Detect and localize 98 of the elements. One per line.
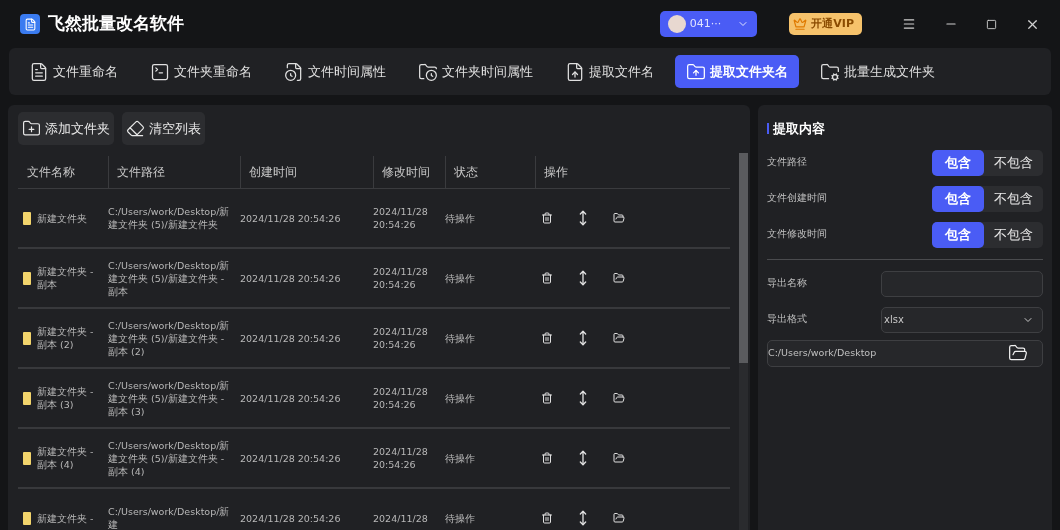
folder-icon bbox=[23, 391, 31, 405]
file-path-cell-text: C:/Users/work/Desktop/新建文件夹 (5)/新建文件夹 - 副本 (2) bbox=[108, 318, 231, 358]
status-cell-text: 待操作 bbox=[445, 451, 476, 465]
file-name-cell-text: 新建文件夹 bbox=[37, 211, 88, 225]
document-clock-icon bbox=[284, 61, 304, 82]
trash-icon[interactable] bbox=[541, 392, 553, 404]
vip-button[interactable]: 开通VIP bbox=[789, 13, 862, 35]
tab[interactable]: 文件重命名 bbox=[18, 55, 129, 88]
document-arrow-icon bbox=[565, 61, 585, 82]
trash-icon[interactable] bbox=[541, 212, 553, 224]
created-time-cell-text: 2024/11/28 20:54:26 bbox=[240, 211, 342, 225]
segment-option[interactable]: 包含 bbox=[932, 149, 984, 176]
tab[interactable]: 文件夹重命名 bbox=[139, 55, 263, 88]
toolbar-button[interactable]: 清空列表 bbox=[122, 112, 205, 145]
export-name-field[interactable] bbox=[881, 270, 1043, 297]
column-header: 状态 bbox=[454, 164, 478, 181]
option-label: 文件创建时间 bbox=[767, 191, 827, 206]
file-path-cell-text: C:/Users/work/Desktop/新建文件夹 (5)/新建文件夹 - 副本 (4) bbox=[108, 438, 231, 478]
scrollbar-thumb[interactable] bbox=[739, 153, 748, 363]
toolbar-button[interactable]: 添加文件夹 bbox=[18, 112, 114, 145]
folder-open-icon[interactable] bbox=[613, 392, 625, 404]
segment-option[interactable]: 不包含 bbox=[984, 149, 1043, 176]
file-name-cell-text: 新建文件夹 - 副本 (2) bbox=[37, 325, 95, 351]
modified-time-cell-text: 2024/11/28 20:54:26 bbox=[373, 325, 429, 351]
folder-icon bbox=[23, 451, 31, 465]
file-path-cell-text: C:/Users/work/Desktop/新建文件夹 (5)/新建文件夹 - 副本 (3) bbox=[108, 378, 231, 418]
tab[interactable]: 文件夹时间属性 bbox=[407, 55, 544, 88]
terminal-icon bbox=[150, 61, 170, 82]
option-label: 文件路径 bbox=[767, 155, 807, 170]
folder-icon bbox=[23, 331, 31, 345]
folder-icon bbox=[23, 271, 31, 285]
file-name-cell-text: 新建文件夹 - 副本 (3) bbox=[37, 385, 95, 411]
folder-open-icon[interactable] bbox=[613, 272, 625, 284]
modified-time-cell-text: 2024/11/28 20:54:26 bbox=[373, 385, 429, 411]
folder-open-icon[interactable] bbox=[613, 452, 625, 464]
tab[interactable]: 提取文件夹名 bbox=[675, 55, 799, 88]
created-time-cell-text: 2024/11/28 20:54:26 bbox=[240, 391, 342, 405]
created-time-cell-text: 2024/11/28 20:54:26 bbox=[240, 511, 342, 525]
field-label: 导出名称 bbox=[767, 276, 807, 291]
export-path-text: C:/Users/work/Desktop bbox=[768, 345, 877, 360]
user-menu-button[interactable]: 041··· bbox=[659, 11, 758, 37]
trash-icon[interactable] bbox=[541, 512, 553, 524]
folder-gear-icon bbox=[820, 61, 840, 82]
title-accent-bar bbox=[767, 123, 769, 135]
file-path-cell-text: C:/Users/work/Desktop/新建文件夹 (5)/新建文件夹 bbox=[108, 205, 231, 231]
column-header: 创建时间 bbox=[249, 164, 297, 181]
export-path-field[interactable]: C:/Users/work/Desktop bbox=[767, 339, 1043, 367]
app-logo-icon bbox=[20, 14, 40, 34]
tab[interactable]: 批量生成文件夹 bbox=[809, 55, 946, 88]
folder-arrow-icon bbox=[686, 61, 706, 82]
menu-icon[interactable] bbox=[902, 17, 916, 31]
status-cell-text: 待操作 bbox=[445, 331, 476, 345]
status-cell-text: 待操作 bbox=[445, 271, 476, 285]
created-time-cell-text: 2024/11/28 20:54:26 bbox=[240, 331, 342, 345]
field-label: 导出格式 bbox=[767, 312, 807, 327]
option-label: 文件修改时间 bbox=[767, 227, 827, 242]
maximize-icon[interactable] bbox=[986, 18, 997, 30]
file-name-cell-text: 新建文件夹 - 副本 (4) bbox=[37, 445, 95, 471]
column-header: 文件名称 bbox=[27, 164, 75, 181]
export-format-dropdown[interactable]: xlsx bbox=[881, 306, 1043, 333]
modified-time-cell-text: 2024/11/28 20:54:26 bbox=[373, 265, 429, 291]
trash-icon[interactable] bbox=[541, 452, 553, 464]
crown-icon bbox=[793, 17, 808, 31]
trash-icon[interactable] bbox=[541, 332, 553, 344]
folder-open-icon[interactable] bbox=[613, 332, 625, 344]
modified-time-cell-text: 2024/11/28 20:54:26 bbox=[373, 205, 429, 231]
document-icon bbox=[29, 61, 49, 82]
segment-option[interactable]: 不包含 bbox=[984, 185, 1043, 212]
folder-open-icon[interactable] bbox=[613, 212, 625, 224]
file-path-cell-text: C:/Users/work/Desktop/新建文件夹 (5)/新建文件夹 - 副本 bbox=[108, 258, 231, 298]
segment-option[interactable]: 不包含 bbox=[984, 221, 1043, 248]
file-path-cell-text: C:/Users/work/Desktop/新建 bbox=[108, 505, 231, 530]
file-name-cell-text: 新建文件夹 - 副本 bbox=[37, 265, 95, 291]
column-header: 操作 bbox=[544, 164, 568, 181]
status-cell-text: 待操作 bbox=[445, 391, 476, 405]
app-title: 飞然批量改名软件 bbox=[48, 12, 184, 36]
section-title: 提取内容 bbox=[773, 120, 825, 138]
tab[interactable]: 提取文件名 bbox=[554, 55, 665, 88]
folder-icon bbox=[23, 511, 31, 525]
folder-plus-icon bbox=[22, 119, 41, 138]
column-header: 修改时间 bbox=[382, 164, 430, 181]
segment-option[interactable]: 包含 bbox=[932, 185, 984, 212]
modified-time-cell-text: 2024/11/28 bbox=[373, 511, 429, 525]
status-cell-text: 待操作 bbox=[445, 211, 476, 225]
modified-time-cell-text: 2024/11/28 20:54:26 bbox=[373, 445, 429, 471]
file-name-cell-text: 新建文件夹 - bbox=[37, 511, 95, 525]
created-time-cell-text: 2024/11/28 20:54:26 bbox=[240, 451, 342, 465]
folder-clock-icon bbox=[418, 61, 438, 82]
status-cell-text: 待操作 bbox=[445, 511, 476, 525]
folder-icon bbox=[23, 211, 31, 225]
trash-icon[interactable] bbox=[541, 272, 553, 284]
tab[interactable]: 文件时间属性 bbox=[273, 55, 397, 88]
folder-open-icon[interactable] bbox=[613, 512, 625, 524]
created-time-cell-text: 2024/11/28 20:54:26 bbox=[240, 271, 342, 285]
segment-option[interactable]: 包含 bbox=[932, 221, 984, 248]
folder-open-icon[interactable] bbox=[1008, 343, 1028, 363]
column-header: 文件路径 bbox=[117, 164, 165, 181]
avatar-icon bbox=[667, 15, 686, 33]
